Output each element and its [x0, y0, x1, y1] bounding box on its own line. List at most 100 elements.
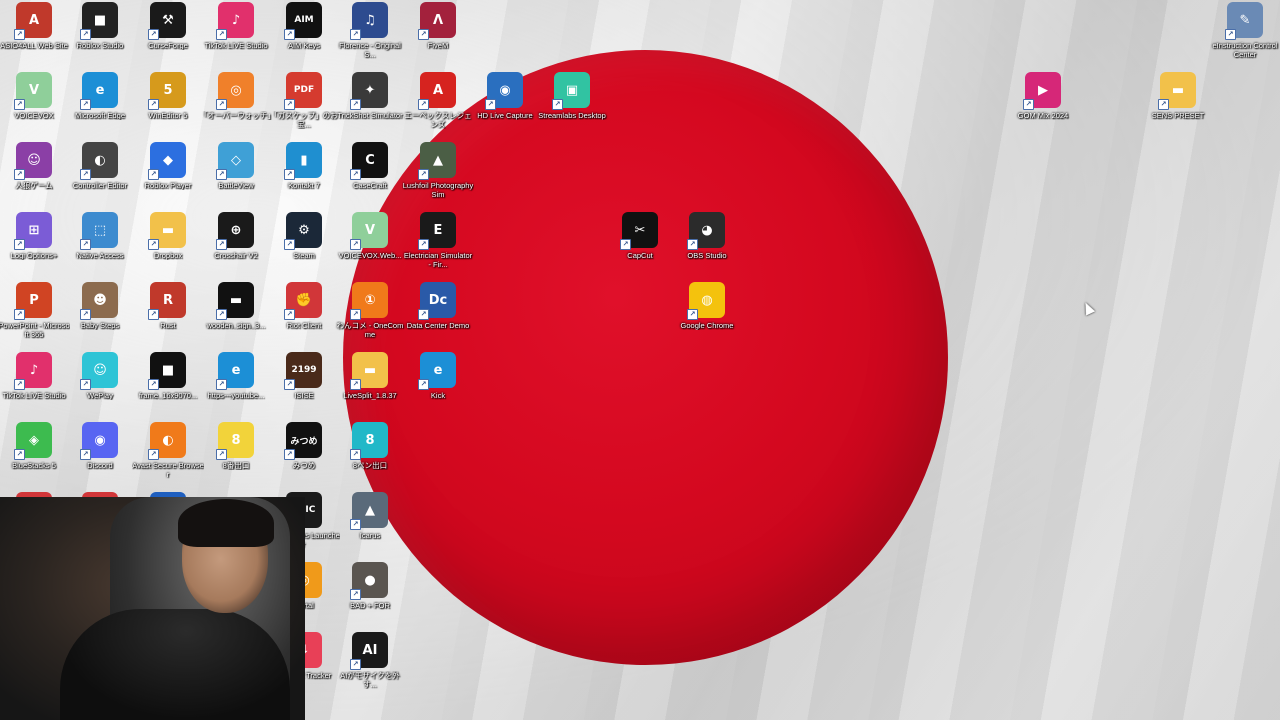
desktop-icon[interactable]: ▲ ↗ Lushfoil Photography Sim: [403, 142, 473, 199]
desktop-icon[interactable]: ☺ ↗ WePlay: [66, 352, 134, 400]
desktop-icon[interactable]: AIM ↗ AIM Keys: [270, 2, 338, 50]
desktop-icon[interactable]: みつめ ↗ みつめ: [270, 422, 338, 470]
desktop-icon[interactable]: AI ↗ AIがモザイクを外す...: [336, 632, 404, 689]
desktop-icon[interactable]: ◈ ↗ BlueStacks 5: [0, 422, 68, 470]
desktop-icon[interactable]: ✂ ↗ CapCut: [606, 212, 674, 260]
app-icon: ⊕ ↗: [216, 212, 254, 250]
desktop-icon[interactable]: ◉ ↗ HD Live Capture: [471, 72, 539, 120]
desktop-icon[interactable]: A ↗ ASIO4ALL Web Site: [0, 2, 68, 50]
desktop-icon[interactable]: ◍ ↗ Google Chrome: [673, 282, 741, 330]
app-icon: ◐ ↗: [80, 142, 118, 180]
desktop-icon[interactable]: e ↗ https---youtube...: [202, 352, 270, 400]
desktop-icon[interactable]: ◕ ↗ OBS Studio: [673, 212, 741, 260]
shortcut-arrow-icon: ↗: [216, 169, 227, 180]
desktop-icon[interactable]: Dc ↗ Data Center Demo: [404, 282, 472, 330]
desktop-icon-label: LiveSplit_1.8.37: [343, 391, 397, 400]
app-icon-glyph: ◉: [94, 432, 106, 448]
desktop-icon[interactable]: ■ ↗ frame_16x9070...: [134, 352, 202, 400]
desktop-icon[interactable]: ⬚ ↗ Native Access: [66, 212, 134, 260]
app-icon-glyph: ♫: [364, 12, 376, 28]
desktop-icon-label: HD Live Capture: [477, 111, 533, 120]
desktop-icon[interactable]: ▬ ↗ LiveSplit_1.8.37: [336, 352, 404, 400]
desktop-icon[interactable]: C ↗ CaseCraft: [336, 142, 404, 190]
desktop-icon[interactable]: ♪ ↗ TikTok LIVE Studio: [202, 2, 270, 50]
desktop-icon[interactable]: ▣ ↗ Streamlabs Desktop: [538, 72, 606, 120]
desktop-icon[interactable]: ⚒ ↗ CurseForge: [134, 2, 202, 50]
desktop-icon[interactable]: ☺ ↗ 人狼ゲーム: [0, 142, 68, 190]
desktop-icon[interactable]: ☻ ↗ Baby Steps: [66, 282, 134, 330]
desktop-icon-label: ISISE: [294, 391, 314, 400]
shortcut-arrow-icon: ↗: [418, 99, 429, 110]
desktop-icon[interactable]: 8 ↗ 8ペン出口: [336, 422, 404, 470]
desktop-icon[interactable]: V ↗ VOICEVOX: [0, 72, 68, 120]
desktop-icon[interactable]: A ↗ エーペックスレジェンズ: [404, 72, 472, 129]
desktop-icon[interactable]: ◇ ↗ BattleView: [202, 142, 270, 190]
desktop-icon[interactable]: 2199 ↗ ISISE: [270, 352, 338, 400]
desktop-icon[interactable]: ● ↗ BAD + FOR: [336, 562, 404, 610]
desktop-icon[interactable]: V ↗ VOICEVOX.Web...: [336, 212, 404, 260]
app-icon: V↗: [14, 72, 52, 110]
desktop-icon[interactable]: ♫ ↗ Florence - Original S...: [336, 2, 404, 59]
app-icon: ▬ ↗: [350, 352, 388, 390]
desktop-icon-label: frame_16x9070...: [138, 391, 198, 400]
desktop-icon-label: BAD + FOR: [350, 601, 390, 610]
shortcut-arrow-icon: ↗: [80, 29, 91, 40]
app-icon-glyph: Dc: [428, 292, 448, 308]
desktop-icon-label: わんコメ - OneComme: [336, 321, 404, 339]
desktop-icon[interactable]: ▬ ↗ wooden_sign_3...: [202, 282, 270, 330]
app-icon-glyph: ▬: [229, 292, 243, 308]
app-icon-glyph: ●: [364, 572, 376, 588]
app-icon-glyph: ▣: [565, 82, 579, 98]
shortcut-arrow-icon: ↗: [80, 309, 91, 320]
shortcut-arrow-icon: ↗: [80, 449, 91, 460]
app-icon: ▬ ↗: [148, 212, 186, 250]
desktop-icon[interactable]: Λ ↗ FiveM: [404, 2, 472, 50]
desktop-icon[interactable]: ✊ ↗ Riot Client: [270, 282, 338, 330]
desktop-icon[interactable]: ⊞ ↗ Logi Options+: [0, 212, 68, 260]
app-icon-glyph: 8: [365, 432, 375, 448]
app-icon-glyph: ◉: [499, 82, 511, 98]
desktop-icon[interactable]: ✦ ↗ TrickShot Simulator: [336, 72, 404, 120]
desktop-icon[interactable]: ◎ ↗ 「オーバーウォッチ」: [200, 72, 272, 120]
desktop-icon[interactable]: ■ ↗ Roblox Studio: [66, 2, 134, 50]
desktop-icon[interactable]: ◉ ↗ Discord: [66, 422, 134, 470]
app-icon: ▲ ↗: [350, 492, 388, 530]
webcam-person-body: [60, 609, 290, 720]
desktop-icon-label: ASIO4ALL Web Site: [0, 41, 68, 50]
desktop-icon[interactable]: ① ↗ わんコメ - OneComme: [336, 282, 404, 339]
desktop-icon[interactable]: ♪ ↗ TikTok LIVE Studio: [0, 352, 68, 400]
desktop-icon[interactable]: ◐ ↗ Controller Editor: [66, 142, 134, 190]
desktop-icon-label: TrickShot Simulator: [337, 111, 403, 120]
desktop-icon[interactable]: R ↗ Rust: [134, 282, 202, 330]
desktop-icon[interactable]: P ↗ PowerPoint - Microsoft 365: [0, 282, 70, 339]
desktop-icon[interactable]: ◐ ↗ Avast Secure Browser: [132, 422, 204, 479]
desktop-icon[interactable]: ▲ ↗ Icarus: [336, 492, 404, 540]
desktop-icon-label: AIM Keys: [287, 41, 321, 50]
desktop-icon[interactable]: ⊕ ↗ Crosshair V2: [202, 212, 270, 260]
desktop-icon[interactable]: ▬ ↗ SENS PRESET: [1144, 72, 1212, 120]
desktop-icon[interactable]: 5 ↗ WinEditor 5: [134, 72, 202, 120]
app-icon-glyph: e: [433, 362, 443, 378]
desktop-icon[interactable]: e ↗ Kick: [404, 352, 472, 400]
app-icon-glyph: ▲: [433, 152, 443, 168]
desktop-icon[interactable]: ◆ ↗ Roblox Player: [134, 142, 202, 190]
app-icon: A ↗: [418, 72, 456, 110]
app-icon: ◉ ↗: [80, 422, 118, 460]
app-icon-glyph: 5: [163, 82, 173, 98]
desktop-icon[interactable]: E ↗ Electrician Simulator - Fir...: [404, 212, 472, 269]
desktop-icon[interactable]: PDF ↗ 「ガスケップ」のお宝...: [270, 72, 338, 129]
desktop-icon-label: AIがモザイクを外す...: [340, 671, 400, 689]
shortcut-arrow-icon: ↗: [216, 379, 227, 390]
shortcut-arrow-icon: ↗: [148, 169, 159, 180]
app-icon-glyph: ▲: [365, 502, 375, 518]
desktop-icon[interactable]: ⚙ ↗ Steam: [270, 212, 338, 260]
desktop-icon[interactable]: e ↗ Microsoft Edge: [66, 72, 134, 120]
desktop-icon[interactable]: ▬ ↗ Dropbox: [134, 212, 202, 260]
desktop-icon[interactable]: ✎ ↗ eInstruction Control Center: [1211, 2, 1279, 59]
desktop-icon[interactable]: ▶ ↗ GOM Mix 2024: [1009, 72, 1077, 120]
shortcut-arrow-icon: ↗: [80, 239, 91, 250]
shortcut-arrow-icon: ↗: [350, 29, 361, 40]
desktop-icon-label: CapCut: [627, 251, 653, 260]
desktop-icon[interactable]: 8 ↗ 8番出口: [202, 422, 270, 470]
desktop-icon[interactable]: ▮ ↗ Kontakt 7: [270, 142, 338, 190]
